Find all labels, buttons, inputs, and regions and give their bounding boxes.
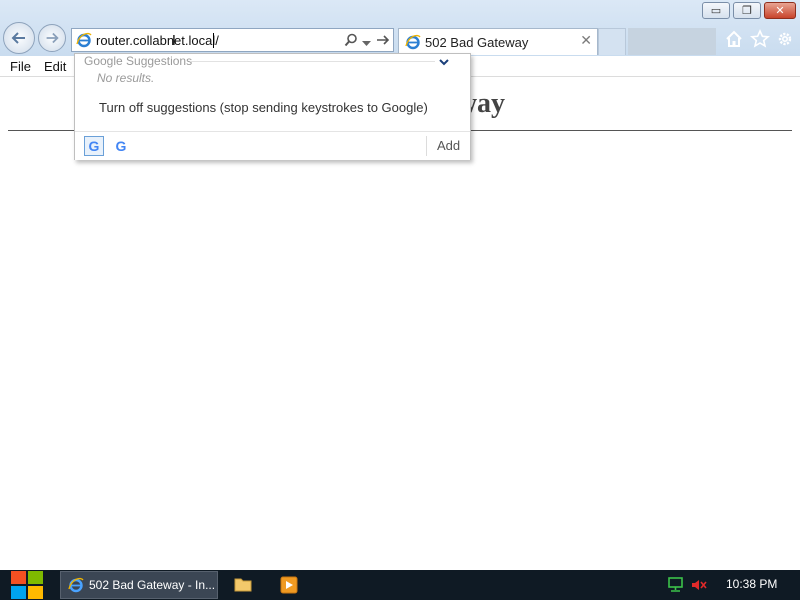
taskbar: 502 Bad Gateway - In... 10:38 PM — [0, 570, 800, 600]
no-results-text: No results. — [97, 71, 155, 85]
minimize-button[interactable]: ▭ — [702, 2, 730, 19]
home-icon[interactable] — [724, 29, 744, 52]
window-controls: ▭ ❐ ✕ — [702, 2, 796, 19]
autocomplete-dropdown: Google Suggestions No results. Turn off … — [74, 53, 471, 160]
arrow-right-icon — [46, 32, 59, 44]
tab-title: 502 Bad Gateway — [425, 35, 529, 50]
add-provider-button[interactable]: Add — [437, 138, 460, 153]
media-player-icon[interactable] — [280, 576, 298, 597]
taskbar-ie-label: 502 Bad Gateway - In... — [89, 578, 216, 592]
forward-button[interactable] — [38, 24, 66, 52]
divider — [190, 61, 435, 62]
ie-icon — [68, 577, 84, 596]
gear-icon[interactable] — [775, 29, 795, 52]
divider — [426, 136, 427, 156]
clock: 10:38 PM — [726, 577, 778, 591]
start-button[interactable] — [10, 571, 44, 599]
tab-close-icon[interactable]: ✕ — [580, 33, 592, 49]
taskbar-ie-button[interactable]: 502 Bad Gateway - In... — [60, 571, 218, 599]
windows-logo-icon — [11, 571, 43, 599]
go-arrow-icon[interactable] — [376, 33, 390, 50]
volume-muted-icon[interactable] — [690, 577, 708, 596]
star-icon[interactable] — [750, 29, 770, 52]
search-provider-bar: G G Add — [75, 131, 470, 160]
network-icon[interactable] — [667, 577, 685, 596]
turn-off-suggestions-link[interactable]: Turn off suggestions (stop sending keyst… — [99, 100, 428, 115]
ibeam-cursor-icon: I — [172, 34, 176, 49]
new-tab-button[interactable] — [598, 28, 626, 55]
ie-icon — [405, 34, 421, 53]
suggestions-header: Google Suggestions — [84, 54, 193, 68]
address-bar[interactable]: router.collabnet.local/ I — [71, 28, 394, 52]
menu-edit[interactable]: Edit — [44, 59, 66, 74]
arrow-left-icon — [11, 32, 25, 44]
google-provider-icon[interactable]: G — [111, 136, 131, 156]
url-input[interactable]: router.collabnet.local/ — [96, 33, 219, 48]
menu-file[interactable]: File — [10, 59, 31, 74]
close-button[interactable]: ✕ — [764, 2, 796, 19]
google-provider-selected-icon[interactable]: G — [84, 136, 104, 156]
tab-strip-empty — [628, 28, 716, 55]
tab-active[interactable]: 502 Bad Gateway ✕ — [398, 28, 598, 55]
browser-chrome: ▭ ❐ ✕ router.collabnet.local/ I 502 Bad … — [0, 0, 800, 56]
ie-icon — [76, 32, 92, 51]
chevron-down-icon[interactable] — [439, 55, 449, 69]
back-button[interactable] — [3, 22, 35, 54]
search-icon[interactable] — [344, 33, 358, 50]
chevron-down-icon[interactable] — [362, 36, 371, 50]
text-caret — [213, 33, 214, 48]
folder-icon[interactable] — [234, 576, 252, 595]
restore-button[interactable]: ❐ — [733, 2, 761, 19]
